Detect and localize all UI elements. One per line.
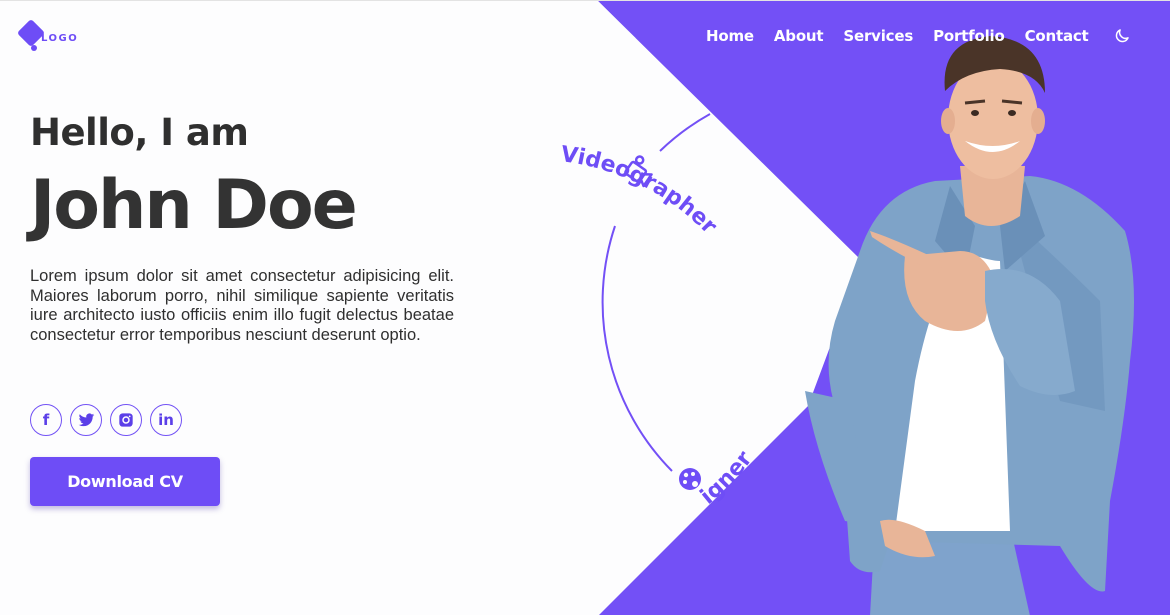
logo-text: LOGO [41,33,78,44]
facebook-icon[interactable]: f [30,404,62,436]
nav-link-home[interactable]: Home [706,27,754,45]
twitter-icon[interactable] [70,404,102,436]
hero-name: John Doe [30,166,358,245]
facebook-glyph: f [42,411,50,429]
hero-intro: Hello, I am John Doe Lorem ipsum dolor s… [30,111,454,345]
moon-icon[interactable] [1113,27,1131,45]
instagram-icon[interactable] [110,404,142,436]
site-logo[interactable]: LOGO [17,19,87,55]
hero-bio: Lorem ipsum dolor sit amet consectetur a… [30,267,454,344]
nav-link-about[interactable]: About [774,27,824,45]
linkedin-icon[interactable]: in [150,404,182,436]
download-cv-button[interactable]: Download CV [30,457,220,506]
hero-greeting: Hello, I am [30,111,249,154]
nav-link-services[interactable]: Services [843,27,913,45]
linkedin-glyph: in [158,411,174,429]
main-nav: Home About Services Portfolio Contact [706,27,1131,45]
social-links: f in [30,404,190,436]
nav-link-portfolio[interactable]: Portfolio [933,27,1005,45]
nav-link-contact[interactable]: Contact [1025,27,1089,45]
